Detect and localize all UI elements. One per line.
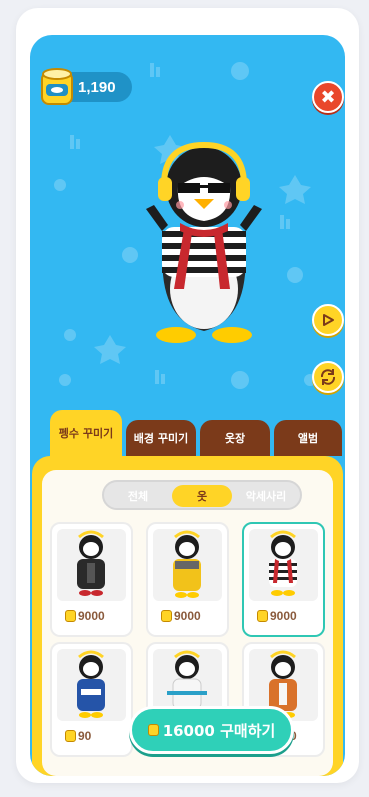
penguin-avatar [146, 141, 262, 343]
item-image [153, 529, 222, 601]
rotate-icon [320, 369, 336, 385]
close-icon: ✖ [320, 86, 336, 108]
coin-icon [65, 730, 76, 742]
currency-amount: 1,190 [78, 79, 116, 96]
tab-wardrobe[interactable]: 옷장 [200, 420, 270, 456]
coin-can-icon [41, 68, 73, 105]
item-image [57, 649, 126, 721]
item-card[interactable]: 9000 [50, 522, 133, 637]
tab-album[interactable]: 앨범 [274, 420, 342, 456]
play-icon [323, 314, 334, 326]
filter-all[interactable]: 전체 [108, 485, 168, 507]
filter-accessories[interactable]: 악세사리 [236, 485, 296, 507]
item-card[interactable]: 90 [50, 642, 133, 757]
item-card[interactable]: 9000 [146, 522, 229, 637]
item-image [249, 529, 318, 601]
purchase-button[interactable]: 16000 구매하기 [129, 706, 294, 754]
item-price: 90 [65, 729, 91, 743]
item-card-selected[interactable]: 9000 [242, 522, 325, 637]
item-image [57, 529, 126, 601]
coin-icon [257, 610, 268, 622]
purchase-label: 16000 구매하기 [162, 721, 276, 740]
close-button[interactable]: ✖ [312, 81, 344, 113]
tab-penguin-decorate[interactable]: 펭수 꾸미기 [50, 410, 122, 456]
coin-icon [65, 610, 76, 622]
coin-icon [147, 724, 159, 736]
coin-icon [161, 610, 172, 622]
tab-background-decorate[interactable]: 배경 꾸미기 [126, 420, 196, 456]
filter-segment: 전체 옷 악세사리 [102, 480, 302, 510]
game-screen: 1,190 ✖ 펭수 꾸미기 배경 꾸미기 옷장 앨범 전체 옷 악세사리 90… [30, 35, 345, 776]
rotate-button[interactable] [312, 361, 344, 393]
item-price: 9000 [161, 609, 201, 623]
category-tabs: 펭수 꾸미기 배경 꾸미기 옷장 앨범 [30, 406, 345, 456]
item-price: 9000 [65, 609, 105, 623]
item-price: 9000 [257, 609, 297, 623]
phone-frame: 1,190 ✖ 펭수 꾸미기 배경 꾸미기 옷장 앨범 전체 옷 악세사리 90… [16, 8, 359, 783]
play-button[interactable] [312, 304, 344, 336]
filter-clothes[interactable]: 옷 [172, 485, 232, 507]
